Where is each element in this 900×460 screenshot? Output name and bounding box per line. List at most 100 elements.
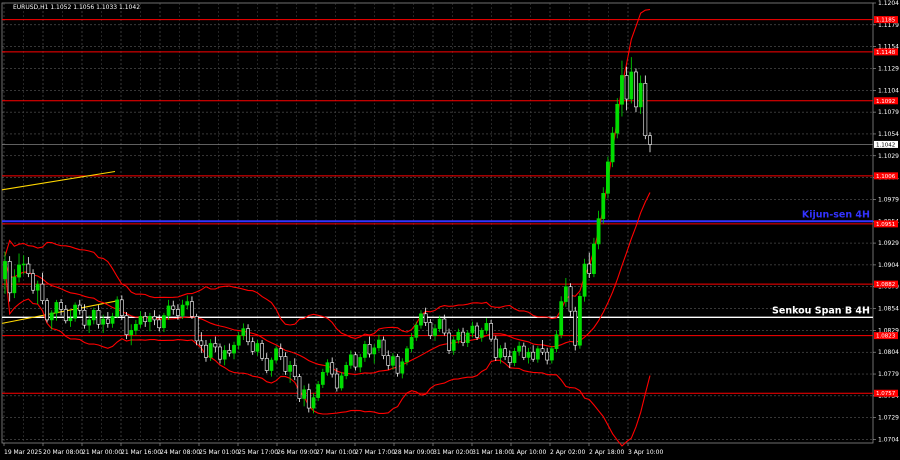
candle-body (297, 376, 302, 399)
candle-body (311, 397, 316, 409)
candle-body (133, 323, 138, 331)
candle-body (320, 371, 325, 385)
candle-body (577, 296, 582, 346)
candle-body (222, 350, 227, 360)
candle-body (213, 343, 218, 348)
x-tick-label: 31 Mar 18:00 (472, 449, 512, 456)
candle-body (232, 344, 236, 354)
candle-body (283, 356, 288, 372)
candle-body (344, 365, 349, 377)
candle-body (17, 264, 21, 278)
candle-body (592, 243, 596, 274)
candle-body (563, 286, 568, 302)
candle-body (166, 305, 171, 316)
level-price-label: 1.1185 (876, 18, 896, 24)
x-tick-label: 25 Mar 01:00 (199, 449, 239, 456)
candle-body (3, 261, 7, 280)
chart-background (0, 0, 900, 460)
y-tick-label: 1.0929 (878, 240, 899, 247)
candle-body (302, 389, 307, 399)
candle-body (82, 310, 87, 326)
candle-body (620, 75, 624, 105)
candle-body (278, 348, 283, 357)
candle-body (119, 299, 124, 316)
candle-body (554, 334, 559, 350)
candle-body (199, 340, 204, 346)
candle-body (157, 319, 162, 329)
candle-body (456, 331, 461, 341)
candle-body (162, 315, 166, 329)
candle-body (423, 313, 428, 323)
candle-body (180, 304, 185, 316)
candle-body (643, 83, 648, 136)
y-tick-label: 1.1104 (878, 87, 899, 94)
candle-body (269, 359, 274, 371)
candle-body (26, 263, 31, 274)
level-price-label: 1.1006 (876, 174, 896, 180)
x-tick-label: 20 Mar 08:00 (43, 449, 83, 456)
candle-body (339, 375, 344, 389)
x-tick-label: 2 Apr 02:00 (550, 449, 585, 456)
candle-body (409, 337, 414, 350)
candle-body (610, 132, 615, 163)
candle-body (568, 286, 573, 312)
candle-body (110, 316, 115, 324)
candle-body (596, 218, 601, 245)
candle-body (143, 316, 148, 322)
candle-body (260, 343, 264, 359)
candle-body (419, 313, 423, 326)
price-chart: 1.12041.11791.11541.11291.11041.10791.10… (0, 0, 900, 460)
x-tick-label: 21 Mar 16:00 (121, 449, 161, 456)
candle-body (348, 354, 353, 366)
candle-body (274, 348, 278, 361)
candle-body (391, 356, 395, 366)
candle-body (507, 356, 512, 363)
candle-body (521, 345, 526, 358)
candle-body (437, 318, 442, 329)
candle-body (241, 328, 246, 336)
candle-body (559, 301, 564, 336)
candle-body (629, 71, 634, 100)
candle-body (535, 348, 540, 360)
y-tick-label: 1.1029 (878, 153, 899, 160)
candle-body (12, 276, 17, 294)
candle-body (194, 316, 199, 342)
level-price-label: 1.0823 (876, 334, 896, 340)
candle-body (87, 319, 92, 326)
candle-body (190, 301, 194, 317)
candle-body (54, 302, 59, 314)
candle-body (40, 283, 45, 301)
x-tick-label: 1 Apr 10:00 (511, 449, 546, 456)
candle-body (45, 300, 49, 321)
y-tick-label: 1.1204 (878, 0, 899, 7)
candle-body (531, 351, 536, 360)
candle-body (316, 384, 321, 398)
current-price-label: 1.1042 (876, 142, 895, 148)
candle-body (124, 315, 129, 336)
candle-body (288, 365, 293, 372)
x-tick-label: 25 Mar 17:00 (238, 449, 278, 456)
candle-body (484, 323, 489, 331)
candle-body (414, 324, 419, 338)
x-tick-label: 27 Mar 17:00 (355, 449, 395, 456)
level-price-label: 1.0757 (876, 391, 896, 397)
level-price-label: 1.0882 (876, 282, 895, 288)
candle-body (549, 348, 554, 361)
x-tick-label: 27 Mar 01:00 (316, 449, 356, 456)
candle-body (395, 356, 400, 374)
candle-body (377, 339, 381, 349)
candle-body (517, 345, 522, 352)
candle-body (545, 351, 550, 361)
y-tick-label: 1.0804 (878, 349, 899, 356)
level-price-label: 1.0951 (876, 222, 895, 228)
candle-body (59, 302, 63, 310)
candle-body (582, 263, 587, 297)
candle-body (115, 299, 120, 317)
candle-body (101, 318, 106, 325)
candle-body (573, 310, 578, 346)
candle-body (105, 318, 110, 324)
candle-body (236, 335, 241, 346)
candle-body (35, 283, 40, 291)
candle-body (606, 161, 610, 194)
candle-body (362, 344, 367, 358)
